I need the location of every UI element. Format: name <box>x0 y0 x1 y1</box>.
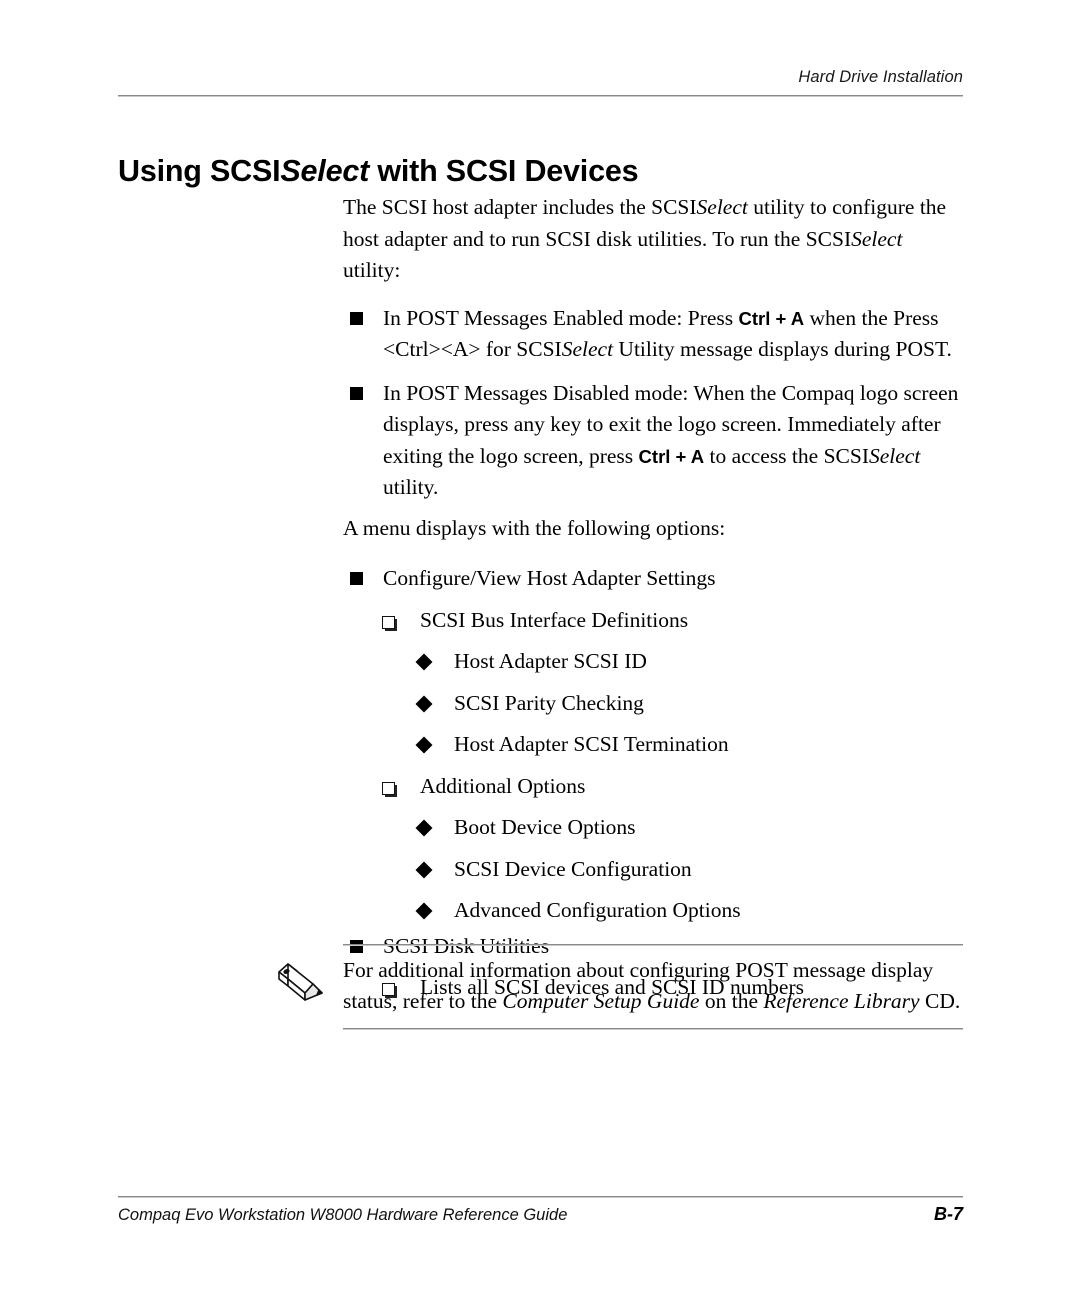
diamond-bullet-icon <box>415 736 433 754</box>
bullet2-post: utility. <box>383 475 439 499</box>
bullet2-kbd: Ctrl + A <box>638 445 705 467</box>
note-text-part2: on the <box>699 989 764 1013</box>
footer-divider <box>118 1196 963 1198</box>
list-item-label: SCSI Parity Checking <box>454 690 644 715</box>
list-item: Boot Device Options <box>415 812 963 844</box>
list-item-label: SCSI Device Configuration <box>454 856 692 881</box>
list-item: SCSI Parity Checking <box>415 688 963 720</box>
bullet2-select: Select <box>868 443 921 468</box>
diamond-bullet-icon <box>415 861 433 878</box>
list-item-label: Host Adapter SCSI Termination <box>454 732 729 756</box>
note-library-title: Reference Library <box>763 989 920 1013</box>
list-item-label: In POST Messages Disabled mode: When the… <box>383 378 963 504</box>
list-item: Additional Options <box>382 771 963 803</box>
list-item-label: In POST Messages Enabled mode: Press Ctr… <box>383 303 963 366</box>
header-divider <box>118 95 963 97</box>
bullet1-pre: In POST Messages Enabled mode: Press <box>383 305 739 330</box>
diamond-bullet-icon <box>415 653 433 671</box>
list-item: In POST Messages Enabled mode: Press Ctr… <box>350 303 963 366</box>
note-text-part3: CD. <box>919 989 961 1013</box>
page-title-part3: with SCSI Devices <box>369 154 639 189</box>
footer-page-number: B-7 <box>933 1204 963 1224</box>
hollow-square-bullet-icon <box>382 615 395 629</box>
note-bottom-divider <box>343 1028 963 1030</box>
body-column: The SCSI host adapter includes the SCSIS… <box>343 192 963 1004</box>
square-bullet-icon <box>350 572 363 585</box>
list-item: Advanced Configuration Options <box>415 895 963 927</box>
intro-line: The SCSI host adapter includes the SCSI <box>343 195 697 219</box>
page-title: Using SCSISelect with SCSI Devices <box>118 154 639 189</box>
running-header: Hard Drive Installation <box>798 68 963 86</box>
intro-tail: utility: <box>343 258 401 282</box>
diamond-bullet-icon <box>415 695 433 712</box>
bullet1-select: Select <box>561 337 614 361</box>
note-guide-title: Computer Setup Guide <box>502 989 700 1013</box>
square-bullet-icon <box>350 311 363 325</box>
menu-lead-paragraph: A menu displays with the following optio… <box>343 515 726 540</box>
document-page: Hard Drive Installation Using SCSISelect… <box>0 0 1080 1296</box>
list-item: Configure/View Host Adapter Settings <box>350 563 963 595</box>
diamond-bullet-icon <box>415 902 433 920</box>
bullet2-mid: to access the SCSI <box>704 443 869 468</box>
list-item-label: SCSI Bus Interface Definitions <box>420 607 689 632</box>
list-item-label: Configure/View Host Adapter Settings <box>383 566 716 590</box>
intro-paragraph: The SCSI host adapter includes the SCSIS… <box>343 192 961 287</box>
hollow-square-bullet-icon <box>382 781 395 795</box>
list-item: SCSI Device Configuration <box>415 854 963 886</box>
page-title-select: Select <box>280 154 370 189</box>
list-item-label: Advanced Configuration Options <box>454 898 741 922</box>
square-bullet-icon <box>350 386 363 400</box>
list-item: In POST Messages Disabled mode: When the… <box>350 378 963 504</box>
note-body: For additional information about configu… <box>278 946 963 1028</box>
list-item-label: Additional Options <box>420 773 586 798</box>
bullet1-post: Utility message displays during POST. <box>613 337 952 361</box>
pencil-icon <box>278 963 323 1001</box>
intro-select-1: Select <box>696 195 748 219</box>
list-item: Host Adapter SCSI Termination <box>415 729 963 761</box>
note-callout: For additional information about configu… <box>278 944 963 1030</box>
intro-select-2: Select <box>851 226 903 251</box>
list-item: Host Adapter SCSI ID <box>415 646 963 678</box>
diamond-bullet-icon <box>415 819 433 837</box>
page-title-part1: Using SCSI <box>118 154 281 189</box>
list-item: SCSI Bus Interface Definitions <box>382 605 963 637</box>
bullet1-kbd: Ctrl + A <box>738 307 805 329</box>
list-item-label: Host Adapter SCSI ID <box>454 649 647 673</box>
list-item-label: Boot Device Options <box>454 815 636 839</box>
